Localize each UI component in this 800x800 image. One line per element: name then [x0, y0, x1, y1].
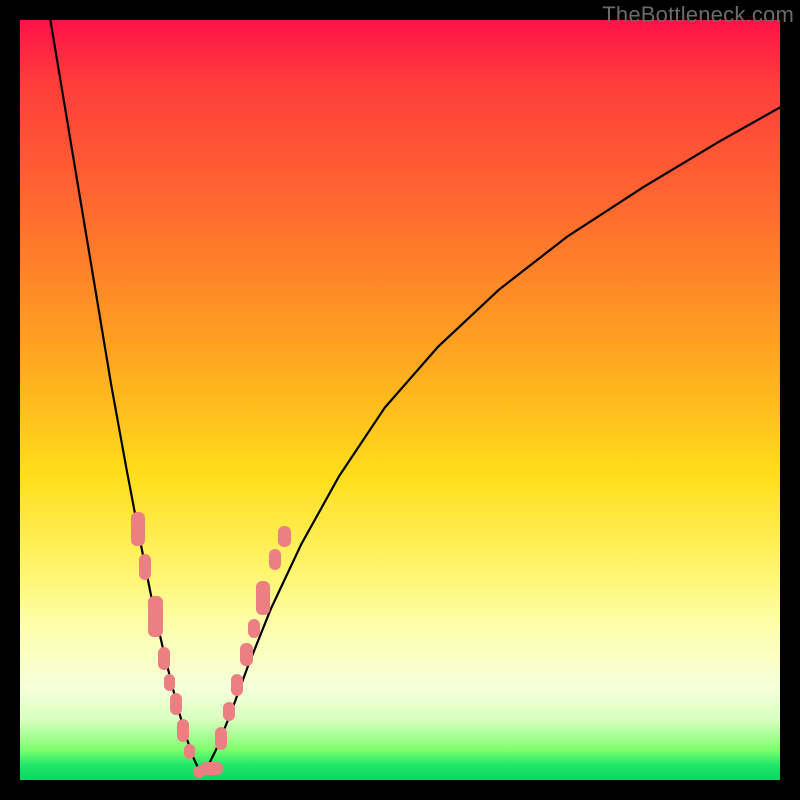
data-bead: [240, 643, 252, 666]
data-bead: [256, 581, 270, 615]
data-bead: [139, 554, 151, 581]
data-bead: [158, 647, 170, 670]
data-bead: [278, 526, 290, 547]
bead-layer: [20, 20, 780, 780]
watermark-text: TheBottleneck.com: [602, 2, 794, 28]
data-bead: [269, 549, 281, 570]
data-bead: [170, 693, 182, 716]
data-bead: [248, 619, 260, 638]
data-bead: [148, 596, 163, 638]
data-bead: [164, 674, 175, 691]
data-bead: [215, 727, 227, 750]
data-bead: [131, 512, 145, 546]
data-bead: [200, 762, 223, 776]
data-bead: [223, 702, 235, 721]
data-bead: [231, 674, 243, 697]
data-bead: [184, 744, 195, 759]
chart-stage: TheBottleneck.com: [0, 0, 800, 800]
data-bead: [177, 719, 189, 742]
